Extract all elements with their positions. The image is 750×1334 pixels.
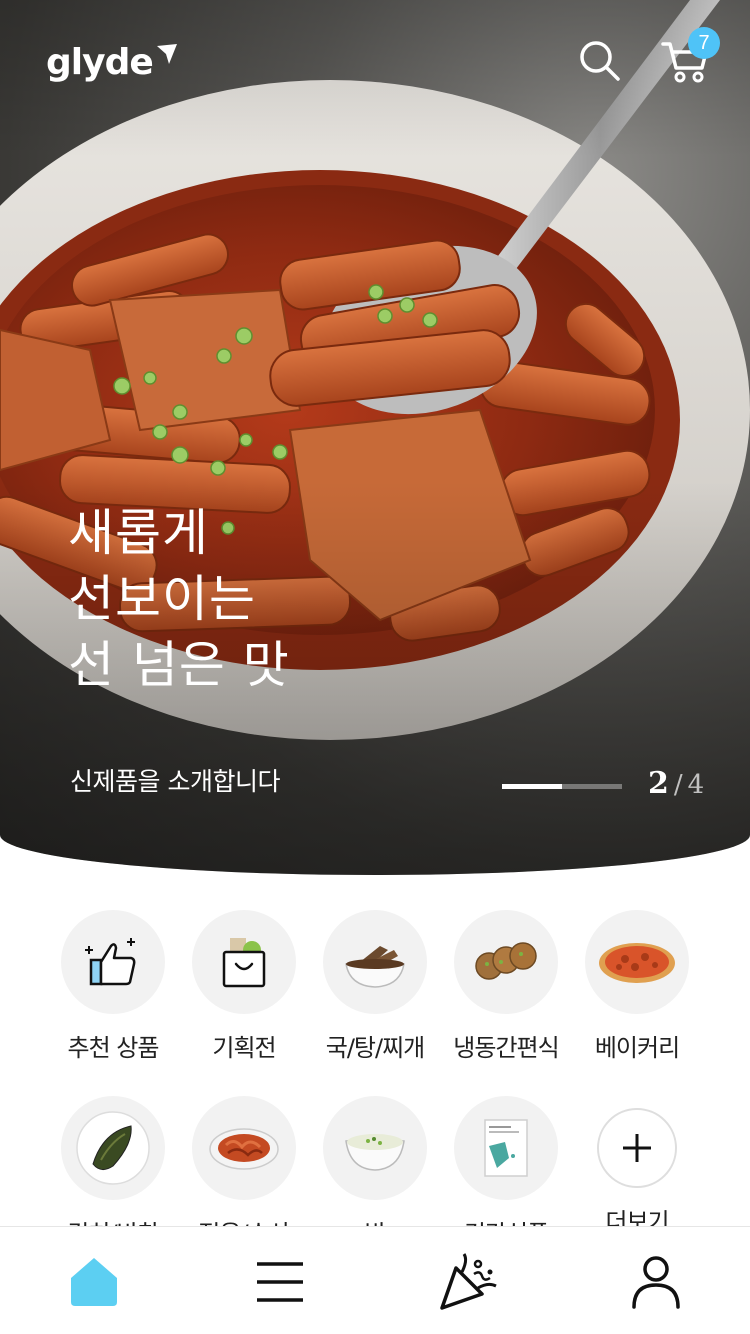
party-icon	[440, 1253, 497, 1310]
hero-subline: 신제품을 소개합니다	[70, 767, 280, 796]
hero-overlay	[0, 0, 750, 875]
category-frozen[interactable]: 냉동간편식	[441, 910, 571, 1063]
logo-text: glyde	[46, 42, 154, 83]
category-label: 기획전	[212, 1034, 276, 1062]
bottom-navigation	[0, 1226, 750, 1334]
plus-icon	[623, 1134, 651, 1162]
hero-headline: 새롭게 선보이는 선 넘은 맛	[68, 500, 290, 698]
health-food-box-icon	[484, 1119, 528, 1177]
category-soup[interactable]: 국/탕/찌개	[310, 910, 440, 1063]
hero-headline-line: 선 넘은 맛	[68, 636, 290, 694]
nav-my-page[interactable]	[626, 1252, 686, 1312]
search-icon	[580, 41, 620, 81]
category-icon-circle	[192, 910, 296, 1014]
cart-count-badge: 7	[688, 27, 720, 59]
shopping-bag-icon	[222, 938, 266, 988]
category-icon-circle	[61, 1096, 165, 1200]
category-label: 추천 상품	[67, 1034, 160, 1062]
category-icon-circle	[323, 910, 427, 1014]
hero-progress-bar	[502, 784, 622, 789]
category-icon-circle	[192, 1096, 296, 1200]
nav-event[interactable]	[438, 1252, 498, 1312]
category-icon-circle	[585, 910, 689, 1014]
category-bakery[interactable]: 베이커리	[572, 910, 702, 1063]
kimchi-icon	[76, 1111, 150, 1185]
soup-bowl-icon	[345, 946, 405, 988]
category-label: 베이커리	[594, 1034, 680, 1062]
category-label: 국/탕/찌개	[325, 1034, 426, 1062]
category-promotion[interactable]: 기획전	[179, 910, 309, 1063]
menu-icon	[257, 1262, 303, 1302]
category-more[interactable]: 더보기	[572, 1096, 702, 1237]
search-button[interactable]	[575, 36, 625, 86]
nav-home[interactable]	[64, 1252, 124, 1312]
logo-arrow-icon	[156, 44, 177, 64]
pager-current: 2	[648, 766, 669, 801]
pager-separator: /	[673, 770, 683, 800]
hero-headline-line: 새롭게	[68, 504, 209, 562]
user-icon	[632, 1256, 680, 1309]
category-icon-circle	[61, 910, 165, 1014]
hero-pager: 2 / 4	[648, 766, 704, 801]
thumbs-up-icon	[85, 938, 136, 986]
hero-headline-line: 선보이는	[68, 570, 256, 628]
more-button[interactable]	[597, 1108, 677, 1188]
rice-bowl-icon	[345, 1134, 405, 1171]
pager-total: 4	[687, 770, 705, 800]
seafood-dish-icon	[209, 1128, 279, 1170]
pizza-icon	[599, 943, 675, 983]
home-icon	[71, 1258, 117, 1306]
category-label: 냉동간편식	[453, 1034, 559, 1062]
frozen-patties-icon	[475, 942, 537, 980]
nav-menu[interactable]	[250, 1252, 310, 1312]
category-icon-circle	[454, 1096, 558, 1200]
category-icon-circle	[454, 910, 558, 1014]
hero-banner[interactable]: 새롭게 선보이는 선 넘은 맛 신제품을 소개합니다 2 / 4	[0, 0, 750, 875]
glyde-logo[interactable]: glyde	[46, 42, 179, 83]
category-recommended[interactable]: 추천 상품	[48, 910, 178, 1063]
category-icon-circle	[323, 1096, 427, 1200]
hero-progress-fill	[502, 784, 562, 789]
